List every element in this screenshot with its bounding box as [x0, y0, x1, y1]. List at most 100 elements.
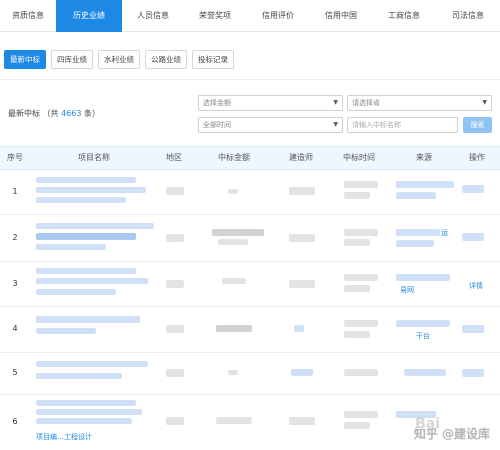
tab-business-info[interactable]: 工商信息 — [372, 0, 436, 32]
col-project-name: 项目名称 — [78, 153, 110, 162]
action-link-blurred[interactable] — [462, 233, 484, 241]
col-bid-amount: 中标金额 — [218, 153, 250, 162]
amount-blurred — [216, 417, 252, 424]
col-bid-time: 中标时间 — [343, 153, 375, 162]
subtab-latest-bids[interactable]: 最新中标 — [4, 50, 46, 69]
row-index: 1 — [12, 187, 18, 196]
project-name-blurred[interactable] — [36, 361, 148, 367]
tab-history-performance[interactable]: 历史业绩 — [56, 0, 122, 32]
col-builder: 建造师 — [289, 153, 313, 162]
source-blurred[interactable] — [396, 192, 436, 199]
subtab-water-conservancy[interactable]: 水利业绩 — [98, 50, 140, 69]
project-name-blurred[interactable] — [36, 409, 142, 415]
project-name-blurred[interactable] — [36, 268, 136, 274]
source-blurred[interactable] — [396, 181, 454, 188]
tab-honors[interactable]: 荣誉奖项 — [184, 0, 246, 32]
zhihu-watermark: 知乎 @建设库 — [413, 427, 490, 441]
table-row[interactable]: 2 运 — [0, 215, 500, 262]
project-name-blurred[interactable] — [36, 278, 148, 284]
time-blurred — [344, 422, 370, 429]
source-blurred[interactable] — [404, 369, 446, 376]
region-blurred — [166, 325, 184, 333]
time-select[interactable]: 全部时间 ▼ — [198, 117, 343, 133]
row-index: 5 — [12, 368, 18, 377]
summary-count: 4663 — [61, 109, 82, 118]
source-blurred[interactable] — [396, 229, 440, 236]
table-row[interactable]: 5 — [0, 353, 500, 395]
row-index: 6 — [12, 417, 18, 426]
table-row[interactable]: 1 — [0, 171, 500, 215]
chevron-down-icon: ▼ — [333, 121, 338, 128]
summary-label: 最新中标 — [8, 109, 40, 118]
project-name-blurred[interactable] — [36, 223, 154, 229]
table-row[interactable]: 4 干台 — [0, 307, 500, 353]
subtab-four-library[interactable]: 四库业绩 — [51, 50, 93, 69]
source-blurred[interactable] — [396, 320, 450, 327]
amount-blurred — [216, 325, 252, 332]
action-link-blurred[interactable] — [462, 185, 484, 193]
time-blurred — [344, 181, 378, 188]
project-name-blurred[interactable] — [36, 373, 122, 379]
time-blurred — [344, 285, 370, 292]
amount-blurred — [228, 189, 238, 194]
tab-qualification[interactable]: 资质信息 — [0, 0, 56, 32]
project-name-input[interactable]: 请输入中标名称 — [347, 117, 458, 133]
time-blurred — [344, 369, 378, 376]
subtab-bid-records[interactable]: 投标记录 — [192, 50, 234, 69]
details-link[interactable]: 详情 — [469, 281, 483, 291]
chevron-down-icon: ▼ — [333, 99, 338, 106]
action-link-blurred[interactable] — [462, 325, 484, 333]
region-blurred — [166, 280, 184, 288]
project-name-blurred[interactable] — [36, 316, 140, 323]
table-row[interactable]: 3 易网 详情 — [0, 262, 500, 307]
source-blurred[interactable] — [396, 240, 434, 247]
source-text[interactable]: 运 — [441, 228, 448, 238]
project-name-blurred[interactable] — [36, 289, 116, 295]
top-nav: 资质信息 历史业绩 人员信息 荣誉奖项 信用评价 信用中国 工商信息 司法信息 — [0, 0, 500, 32]
time-blurred — [344, 229, 378, 236]
row-index: 2 — [12, 233, 18, 242]
results-summary: 最新中标 （共 4663 条） — [8, 108, 100, 119]
builder-blurred — [289, 280, 315, 288]
project-name-blurred[interactable] — [36, 328, 96, 334]
project-name-blurred[interactable] — [36, 233, 136, 240]
amount-blurred — [218, 239, 248, 245]
project-name-blurred[interactable] — [36, 400, 136, 406]
source-text[interactable]: 易网 — [400, 285, 414, 295]
source-blurred[interactable] — [396, 274, 450, 281]
region-blurred — [166, 417, 184, 425]
amount-blurred — [228, 370, 238, 375]
project-name-blurred[interactable] — [36, 244, 106, 250]
subtab-highway[interactable]: 公路业绩 — [145, 50, 187, 69]
col-action: 操作 — [469, 153, 485, 162]
project-name-blurred[interactable] — [36, 187, 146, 193]
divider — [0, 79, 500, 80]
col-index: 序号 — [7, 153, 23, 162]
project-name-blurred[interactable] — [36, 177, 136, 183]
builder-blurred — [289, 417, 315, 425]
table-header: 序号 项目名称 地区 中标金额 建造师 中标时间 来源 操作 — [0, 146, 500, 170]
row-index: 4 — [12, 324, 18, 333]
amount-blurred — [212, 229, 264, 236]
tab-credit-evaluation[interactable]: 信用评价 — [246, 0, 310, 32]
project-name-blurred[interactable] — [36, 197, 126, 203]
province-select[interactable]: 请选择省 ▼ — [347, 95, 492, 111]
time-blurred — [344, 239, 370, 246]
builder-blurred — [294, 325, 304, 332]
tab-judicial-info[interactable]: 司法信息 — [436, 0, 500, 32]
project-name-text[interactable]: 项目编…工程设计 — [36, 432, 92, 442]
builder-blurred — [291, 369, 313, 376]
tab-credit-china[interactable]: 信用中国 — [310, 0, 372, 32]
time-blurred — [344, 320, 378, 327]
summary-count-prefix: （共 — [42, 109, 59, 118]
project-name-blurred[interactable] — [36, 418, 132, 424]
tab-personnel[interactable]: 人员信息 — [122, 0, 184, 32]
amount-select[interactable]: 选择金额 ▼ — [198, 95, 343, 111]
search-button[interactable]: 搜索 — [463, 117, 492, 133]
action-link-blurred[interactable] — [462, 369, 484, 377]
time-blurred — [344, 331, 370, 338]
builder-blurred — [289, 234, 315, 242]
region-blurred — [166, 369, 184, 377]
time-blurred — [344, 192, 370, 199]
source-text[interactable]: 干台 — [416, 331, 430, 341]
